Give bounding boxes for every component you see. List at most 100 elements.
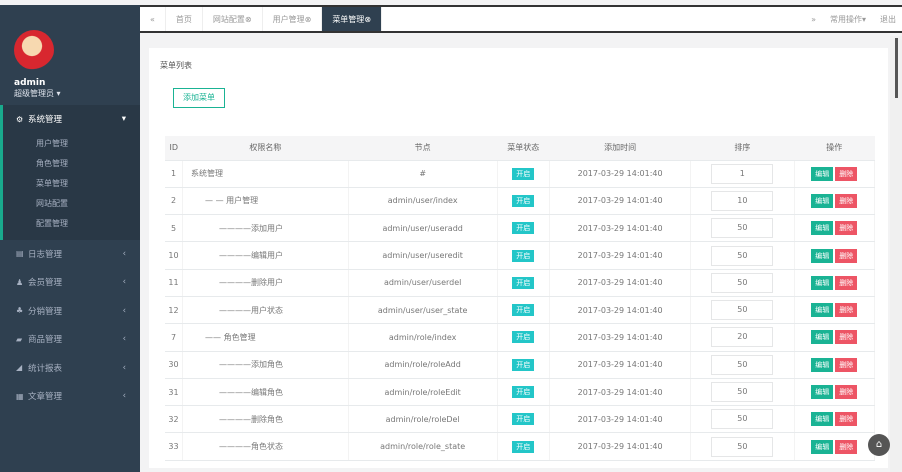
column-header: 排序	[690, 136, 795, 161]
cell-name: ————添加用户	[182, 214, 349, 243]
sort-input[interactable]: 50	[711, 409, 774, 430]
close-icon[interactable]: ⊗	[364, 15, 371, 24]
delete-button[interactable]: 删除	[835, 193, 858, 208]
table-row: 7 —— 角色管理 admin/role/index 开启 2017-03-29 14:…	[165, 323, 876, 352]
status-badge[interactable]: 开启	[512, 304, 535, 317]
scroll-left-button[interactable]: «	[140, 7, 166, 31]
calendar-icon: ▤	[16, 249, 24, 259]
status-badge[interactable]: 开启	[512, 276, 535, 289]
sort-input[interactable]: 50	[711, 436, 774, 457]
status-badge[interactable]: 开启	[512, 222, 535, 235]
sort-input[interactable]: 1	[711, 163, 774, 184]
edit-button[interactable]: 编辑	[811, 357, 834, 372]
delete-label: 删除	[839, 360, 854, 369]
status-badge[interactable]: 开启	[512, 249, 535, 262]
sort-input[interactable]: 20	[711, 327, 774, 348]
delete-button[interactable]: 删除	[835, 275, 858, 290]
username: admin	[14, 78, 46, 88]
nav-item-system[interactable]: ⚙ 系统管理 ▾	[3, 105, 140, 134]
scroll-right-button[interactable]: »	[811, 15, 816, 24]
edit-button[interactable]: 编辑	[811, 439, 834, 454]
sort-input[interactable]: 50	[711, 245, 774, 266]
logout-button[interactable]: 退出	[880, 14, 896, 25]
cell-time: 2017-03-29 14:01:40	[549, 160, 692, 188]
edit-button[interactable]: 编辑	[811, 330, 834, 345]
edit-button[interactable]: 编辑	[811, 166, 834, 181]
table-row: 5 ————添加用户 admin/user/useradd 开启 2017-03-29 …	[165, 214, 876, 243]
sidebar-item[interactable]: ♟ 会员管理 ‹	[0, 268, 140, 297]
status-badge[interactable]: 开启	[512, 386, 535, 399]
delete-label: 删除	[839, 224, 854, 233]
delete-button[interactable]: 删除	[835, 166, 858, 181]
tab[interactable]: 网站配置 ⊗	[203, 7, 263, 31]
cell-name: —— 角色管理	[182, 323, 349, 352]
close-icon[interactable]: ⊗	[305, 15, 312, 24]
sidebar-subitem[interactable]: 角色管理	[3, 154, 140, 174]
sidebar-subitem[interactable]: 配置管理	[3, 214, 140, 234]
sidebar-item[interactable]: ♣ 分销管理 ‹	[0, 297, 140, 326]
edit-button[interactable]: 编辑	[811, 303, 834, 318]
status-badge[interactable]: 开启	[512, 331, 535, 344]
scrollbar[interactable]	[890, 36, 902, 472]
sidebar-item[interactable]: ▦ 文章管理 ‹	[0, 382, 140, 411]
add-menu-button[interactable]: 添加菜单	[173, 88, 225, 108]
sort-input[interactable]: 10	[711, 190, 774, 211]
user-icon: ♟	[16, 277, 24, 287]
home-button[interactable]: ⌂	[868, 434, 890, 456]
edit-button[interactable]: 编辑	[811, 412, 834, 427]
column-header: 添加时间	[549, 136, 691, 161]
edit-button[interactable]: 编辑	[811, 385, 834, 400]
table-row: 2— — 用户管理 admin/user/index 开启 2017-03-29 14…	[165, 187, 876, 216]
sidebar-subitem[interactable]: 菜单管理	[3, 174, 140, 194]
list-icon: ▦	[16, 391, 24, 401]
user-role-dropdown[interactable]: 超级管理员 ▾	[14, 88, 140, 99]
delete-button[interactable]: 删除	[835, 357, 858, 372]
status-badge[interactable]: 开启	[512, 194, 535, 207]
delete-button[interactable]: 删除	[835, 303, 858, 318]
edit-button[interactable]: 编辑	[811, 193, 834, 208]
sidebar: admin 超级管理员 ▾ ⚙ 系统管理 ▾ 用户管理 角色管理 菜单管理 网站配置 配置管…	[0, 5, 140, 472]
column-header: 权限名称	[182, 136, 349, 161]
delete-button[interactable]: 删除	[835, 221, 858, 236]
edit-button[interactable]: 编辑	[811, 275, 834, 290]
edit-label: 编辑	[815, 360, 830, 369]
cell-name: ————删除用户	[182, 269, 349, 297]
tab[interactable]: 用户管理 ⊗	[263, 7, 323, 31]
cell-id: 12	[165, 296, 184, 325]
sidebar-item[interactable]: ▰ 商品管理 ‹	[0, 325, 140, 354]
cell-id: 33	[165, 432, 184, 461]
common-ops-label: 常用操作	[829, 14, 862, 24]
sort-input[interactable]: 50	[711, 300, 774, 321]
tab[interactable]: 菜单管理 ⊗	[322, 7, 383, 31]
delete-button[interactable]: 删除	[835, 248, 858, 263]
status-badge[interactable]: 开启	[512, 358, 535, 371]
sort-input[interactable]: 50	[711, 382, 774, 403]
cell-time: 2017-03-29 14:01:40	[549, 405, 692, 434]
sort-input[interactable]: 50	[711, 272, 774, 293]
cell-id: 1	[165, 160, 184, 188]
delete-button[interactable]: 删除	[835, 412, 858, 427]
delete-button[interactable]: 删除	[835, 385, 858, 400]
delete-button[interactable]: 删除	[835, 439, 858, 454]
tab[interactable]: 首页	[166, 7, 203, 31]
close-icon[interactable]: ⊗	[245, 15, 252, 24]
table-row: 32 ————删除角色 admin/role/roleDel 开启 2017-03-29…	[165, 405, 876, 434]
sidebar-subitem[interactable]: 网站配置	[3, 194, 140, 214]
edit-button[interactable]: 编辑	[811, 221, 834, 236]
delete-button[interactable]: 删除	[835, 330, 858, 345]
sort-input[interactable]: 50	[711, 354, 774, 375]
tab-label: 用户管理	[272, 14, 305, 24]
status-badge[interactable]: 开启	[512, 167, 535, 180]
cell-time: 2017-03-29 14:01:40	[549, 241, 692, 270]
sidebar-item[interactable]: ◢ 统计报表 ‹	[0, 354, 140, 383]
cell-id: 11	[165, 269, 184, 297]
common-ops-dropdown[interactable]: 常用操作▾	[830, 14, 866, 25]
edit-button[interactable]: 编辑	[811, 248, 834, 263]
status-badge[interactable]: 开启	[512, 440, 535, 453]
status-badge[interactable]: 开启	[512, 413, 535, 426]
sidebar-subitem[interactable]: 用户管理	[3, 134, 140, 154]
sidebar-item[interactable]: ▤ 日志管理 ‹	[0, 240, 140, 269]
sort-input[interactable]: 50	[711, 218, 774, 239]
sidebar-item-label: 分销管理	[28, 306, 63, 317]
cell-node: admin/user/userdel	[348, 269, 498, 297]
